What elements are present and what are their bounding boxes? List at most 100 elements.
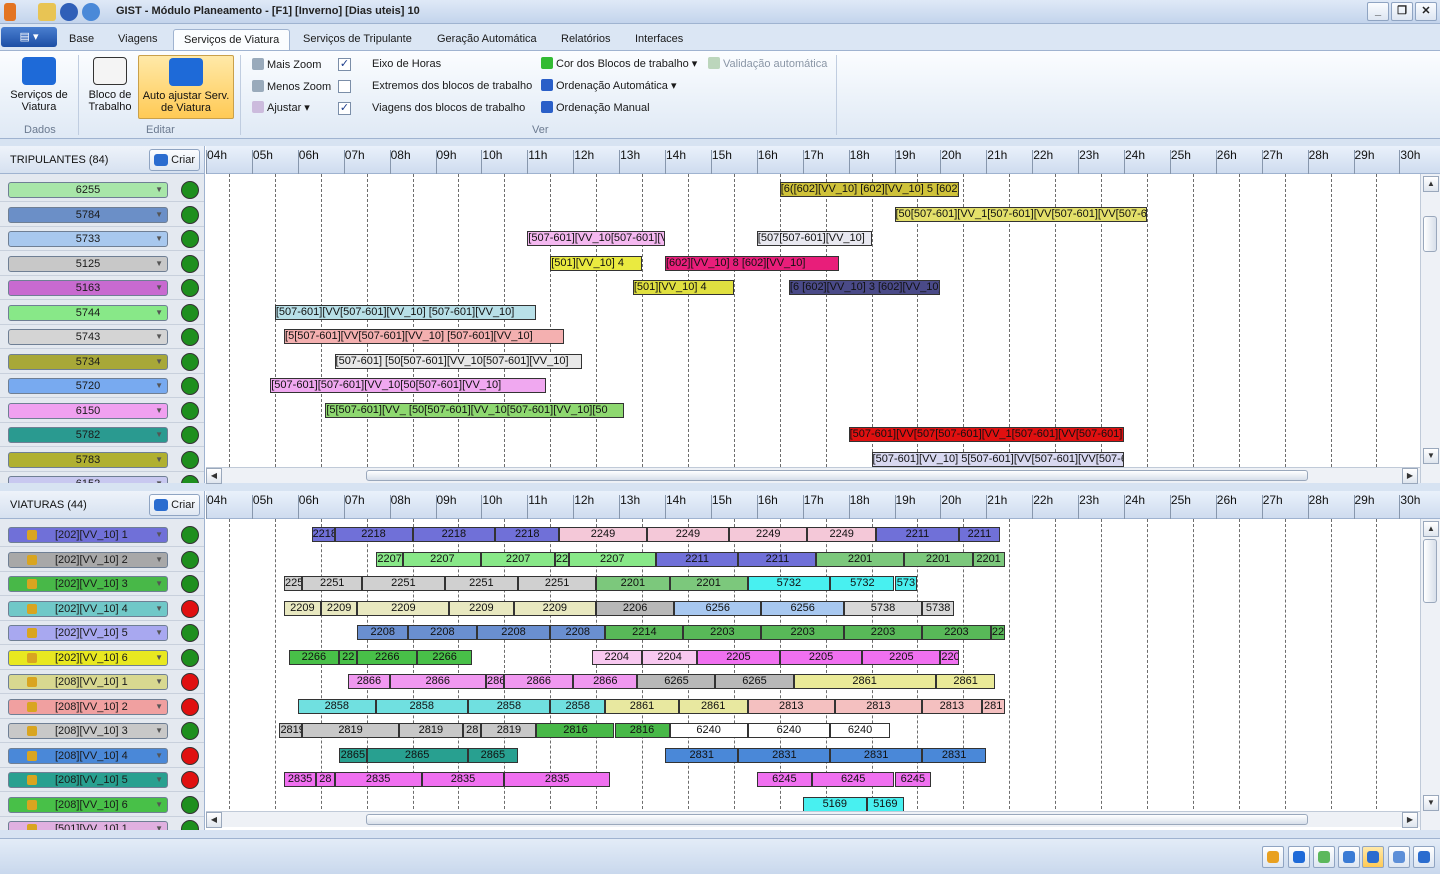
trip-segment[interactable]: 2214 <box>605 625 684 640</box>
viaturas-gantt[interactable]: 2218221822182218224922492249224922112211… <box>206 519 1420 814</box>
trip-segment[interactable]: 2835 <box>504 772 610 787</box>
layout-1-icon[interactable] <box>1262 846 1284 868</box>
work-block[interactable]: [507-601][VV_10[507-601][VV_10] <box>527 231 665 246</box>
trip-segment[interactable]: 6256 <box>761 600 844 616</box>
chevron-down-icon[interactable]: ▼ <box>155 379 163 393</box>
tripulantes-hscroll[interactable]: ◀ ▶ <box>206 467 1420 484</box>
trip-segment[interactable]: 2205 <box>779 649 863 665</box>
chevron-down-icon[interactable]: ▼ <box>155 306 163 320</box>
trip-segment[interactable]: 225 <box>284 576 303 591</box>
trip-segment[interactable]: 2858 <box>297 698 376 714</box>
tripulante-selector[interactable]: 5782 ▼ <box>8 427 168 443</box>
list-item[interactable]: [208][VV_10] 4 ▼ <box>0 744 204 768</box>
trip-segment[interactable]: 2813 <box>922 698 982 714</box>
trip-segment[interactable]: 2251 <box>302 576 363 591</box>
trip-segment[interactable]: 2266 <box>357 649 418 665</box>
chevron-down-icon[interactable]: ▼ <box>155 553 163 567</box>
trip-segment[interactable]: 2205 <box>697 649 780 665</box>
trip-segment[interactable]: 6245 <box>894 772 932 787</box>
trip-segment[interactable]: 2835 <box>421 772 505 787</box>
list-item[interactable]: [208][VV_10] 1 ▼ <box>0 670 204 694</box>
trip-segment[interactable]: 2201 <box>816 551 904 567</box>
trip-segment[interactable]: 2819 <box>279 723 303 738</box>
chevron-down-icon[interactable]: ▼ <box>155 257 163 271</box>
scroll-thumb[interactable] <box>366 470 1308 481</box>
validacao-automatica-button[interactable]: Validação automática <box>708 57 827 70</box>
eixo-horas-checkbox[interactable]: ✓ <box>338 58 351 71</box>
trip-segment[interactable]: 2249 <box>729 527 808 542</box>
work-block[interactable]: [6([602][VV_10] [602][VV_10] 5 [602][VV_… <box>779 182 959 197</box>
trip-segment[interactable]: 2201 <box>972 551 1005 567</box>
trip-segment[interactable]: 2861 <box>793 674 936 689</box>
ordenacao-automatica-dropdown[interactable]: Ordenação Automática ▾ <box>541 79 676 92</box>
tripulante-selector[interactable]: 6150 ▼ <box>8 402 168 419</box>
trip-segment[interactable]: 6240 <box>669 723 748 738</box>
tripulante-selector[interactable]: 5784 ▼ <box>8 206 168 223</box>
scroll-left-button[interactable]: ◀ <box>206 812 222 828</box>
viatura-selector[interactable]: [501][VV_10] 1 ▼ <box>8 821 168 830</box>
layout-split-icon[interactable] <box>1338 846 1360 868</box>
trip-segment[interactable]: 2201 <box>903 551 973 567</box>
scroll-thumb[interactable] <box>366 814 1308 825</box>
tab-interfaces[interactable]: Interfaces <box>625 29 693 51</box>
chevron-down-icon[interactable]: ▼ <box>155 428 163 442</box>
list-item[interactable]: 5783 ▼ <box>0 448 204 472</box>
work-block[interactable]: [602][VV_10] 8 [602][VV_10] <box>665 255 840 271</box>
list-item[interactable]: 6150 ▼ <box>0 399 204 423</box>
layout-route-icon[interactable] <box>1313 846 1335 868</box>
trip-segment[interactable]: 5169 <box>802 796 867 812</box>
trip-segment[interactable]: 2211 <box>655 551 739 567</box>
chevron-down-icon[interactable]: ▼ <box>155 651 163 665</box>
chevron-down-icon[interactable]: ▼ <box>155 528 163 542</box>
lock-icon[interactable] <box>27 603 37 614</box>
trip-segment[interactable]: 2861 <box>935 674 996 689</box>
close-button[interactable]: ✕ <box>1415 2 1437 21</box>
tab-base[interactable]: Base <box>59 29 104 51</box>
viatura-selector[interactable]: [202][VV_10] 4 ▼ <box>8 600 168 617</box>
trip-segment[interactable]: 6256 <box>674 600 762 616</box>
trip-segment[interactable]: 6240 <box>830 723 890 738</box>
trip-segment[interactable]: 2865 <box>467 747 519 763</box>
trip-segment[interactable]: 2208 <box>476 625 551 640</box>
scroll-up-button[interactable]: ▲ <box>1423 521 1439 537</box>
trip-segment[interactable]: 2211 <box>738 551 817 567</box>
trip-segment[interactable]: 2819 <box>302 723 399 738</box>
chevron-down-icon[interactable]: ▼ <box>155 626 163 640</box>
work-block[interactable]: [5[507-601][VV[507-601][VV_10] [507-601]… <box>284 329 564 344</box>
menos-zoom-button[interactable]: Menos Zoom <box>252 80 331 93</box>
chevron-down-icon[interactable]: ▼ <box>155 232 163 246</box>
list-item[interactable]: [202][VV_10] 2 ▼ <box>0 548 204 572</box>
trip-segment[interactable]: 2209 <box>449 600 514 616</box>
trip-segment[interactable]: 5738 <box>922 600 955 616</box>
trip-segment[interactable]: 2218 <box>412 527 496 542</box>
list-item[interactable]: [208][VV_10] 2 ▼ <box>0 695 204 719</box>
scroll-right-button[interactable]: ▶ <box>1402 468 1418 484</box>
refresh-icon[interactable] <box>82 3 100 21</box>
trip-segment[interactable]: 2218 <box>311 527 335 542</box>
list-item[interactable]: [501][VV_10] 1 ▼ <box>0 817 204 830</box>
chevron-down-icon[interactable]: ▼ <box>155 404 163 418</box>
trip-segment[interactable]: 2211 <box>958 527 1001 542</box>
restore-button[interactable]: ❐ <box>1391 2 1413 21</box>
trip-segment[interactable]: 2831 <box>665 747 739 763</box>
list-item[interactable]: 5734 ▼ <box>0 350 204 374</box>
work-block[interactable]: [507-601][507-601][VV_10[50[507-601][VV_… <box>270 378 546 393</box>
trip-segment[interactable]: 2208 <box>407 625 477 640</box>
chevron-down-icon[interactable]: ▼ <box>155 700 163 714</box>
tab-relatorios[interactable]: Relatórios <box>551 29 621 51</box>
criar-viatura-button[interactable]: Criar <box>149 494 200 516</box>
work-block[interactable]: [5[507-601][VV_ [50[507-601][VV_10[507-6… <box>325 402 624 418</box>
lock-icon[interactable] <box>27 652 37 663</box>
trip-segment[interactable]: 286 <box>485 674 505 689</box>
trip-segment[interactable]: 2203 <box>683 625 762 640</box>
minimize-button[interactable]: _ <box>1367 2 1389 21</box>
trip-segment[interactable]: 2831 <box>738 747 831 763</box>
lock-icon[interactable] <box>27 554 37 565</box>
tab-servicos-viatura[interactable]: Serviços de Viatura <box>173 29 291 51</box>
list-item[interactable]: 5743 ▼ <box>0 325 204 349</box>
work-block[interactable]: [501][VV_10] 4 <box>632 280 734 295</box>
trip-segment[interactable]: 28 <box>316 772 335 787</box>
trip-segment[interactable]: 2206 <box>596 600 675 616</box>
layout-bus-icon[interactable] <box>1288 846 1310 868</box>
trip-segment[interactable]: 2208 <box>550 625 606 640</box>
